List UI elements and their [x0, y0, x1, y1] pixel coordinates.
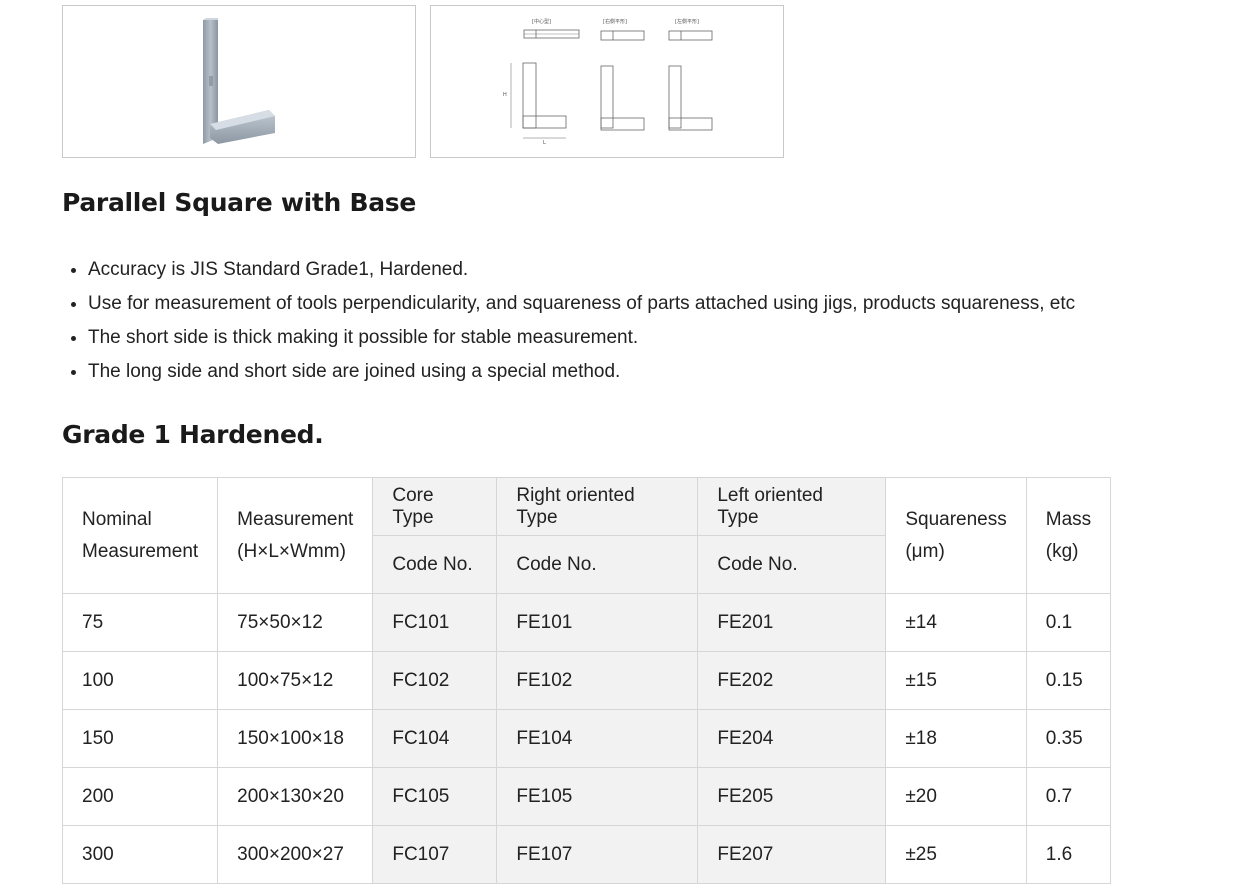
cell-left-code: FE202	[697, 651, 887, 710]
product-drawing[interactable]: [中心型] [右側平形] [左側平形] H L	[430, 5, 784, 158]
cell-core-code: FC105	[372, 767, 498, 826]
cell-measurement: 100×75×12	[217, 651, 374, 710]
cell-mass: 1.6	[1025, 825, 1112, 884]
header-squareness-line1: Squareness	[905, 508, 1007, 530]
cell-core-code: FC102	[372, 651, 498, 710]
feature-item: The long side and short side are joined …	[88, 355, 1075, 389]
table-row: 150 150×100×18 FC104 FE104 FE204 ±18 0.3…	[61, 709, 1112, 768]
header-squareness-line2: (μm)	[905, 540, 945, 562]
header-nominal-line2: Measurement	[82, 540, 199, 562]
cell-nominal: 100	[61, 651, 219, 710]
cell-mass: 0.15	[1025, 651, 1112, 710]
header-nominal: Nominal Measurement	[61, 477, 219, 594]
cell-left-code: FE201	[697, 593, 887, 652]
technical-drawing-graphic: [中心型] [右側平形] [左側平形] H L	[503, 18, 713, 146]
drawing-label-right: [右側平形]	[603, 18, 627, 25]
cell-squareness: ±20	[885, 767, 1027, 826]
cell-squareness: ±18	[885, 709, 1027, 768]
header-code-no-core: Code No.	[372, 535, 498, 594]
spec-table: Nominal Measurement Measurement (H×L×Wmm…	[61, 477, 1112, 884]
cell-squareness: ±15	[885, 651, 1027, 710]
header-mass-line1: Mass	[1045, 508, 1092, 530]
cell-squareness: ±25	[885, 825, 1027, 884]
cell-core-code: FC107	[372, 825, 498, 884]
cell-squareness: ±14	[885, 593, 1027, 652]
header-measurement-line2: (H×L×Wmm)	[237, 540, 346, 562]
product-photo[interactable]	[62, 5, 416, 158]
cell-right-code: FE104	[496, 709, 699, 768]
grade-title: Grade 1 Hardened.	[62, 420, 324, 449]
feature-item: Use for measurement of tools perpendicul…	[88, 287, 1075, 321]
cell-left-code: FE207	[697, 825, 887, 884]
header-mass-line2: (kg)	[1045, 540, 1079, 562]
table-row: 200 200×130×20 FC105 FE105 FE205 ±20 0.7	[61, 767, 1112, 826]
cell-right-code: FE102	[496, 651, 699, 710]
cell-nominal: 200	[61, 767, 219, 826]
header-left-type: Left oriented Type	[697, 477, 887, 536]
cell-nominal: 75	[61, 593, 219, 652]
drawing-dim-l: L	[543, 140, 546, 146]
header-measurement-line1: Measurement	[237, 508, 354, 530]
cell-left-code: FE205	[697, 767, 887, 826]
cell-core-code: FC101	[372, 593, 498, 652]
cell-nominal: 150	[61, 709, 219, 768]
header-code-no-right: Code No.	[496, 535, 699, 594]
header-mass: Mass (kg)	[1025, 477, 1112, 594]
cell-left-code: FE204	[697, 709, 887, 768]
drawing-label-core: [中心型]	[532, 18, 551, 25]
square-photo-graphic	[203, 18, 275, 144]
header-code-no-left: Code No.	[697, 535, 887, 594]
table-row: 75 75×50×12 FC101 FE101 FE201 ±14 0.1	[61, 593, 1112, 652]
drawing-dim-h: H	[503, 92, 507, 98]
header-right-type: Right oriented Type	[496, 477, 699, 536]
header-squareness: Squareness (μm)	[885, 477, 1027, 594]
cell-measurement: 75×50×12	[217, 593, 374, 652]
cell-measurement: 300×200×27	[217, 825, 374, 884]
product-title: Parallel Square with Base	[62, 188, 417, 217]
cell-right-code: FE107	[496, 825, 699, 884]
cell-mass: 0.35	[1025, 709, 1112, 768]
feature-item: The short side is thick making it possib…	[88, 321, 1075, 355]
cell-mass: 0.1	[1025, 593, 1112, 652]
header-measurement: Measurement (H×L×Wmm)	[217, 477, 374, 594]
cell-core-code: FC104	[372, 709, 498, 768]
cell-right-code: FE101	[496, 593, 699, 652]
header-nominal-line1: Nominal	[82, 508, 152, 530]
cell-mass: 0.7	[1025, 767, 1112, 826]
cell-measurement: 200×130×20	[217, 767, 374, 826]
cell-nominal: 300	[61, 825, 219, 884]
table-row: 100 100×75×12 FC102 FE102 FE202 ±15 0.15	[61, 651, 1112, 710]
product-image-row: [中心型] [右側平形] [左側平形] H L	[62, 5, 784, 158]
cell-measurement: 150×100×18	[217, 709, 374, 768]
feature-list: Accuracy is JIS Standard Grade1, Hardene…	[62, 253, 1075, 389]
feature-item: Accuracy is JIS Standard Grade1, Hardene…	[88, 253, 1075, 287]
drawing-label-left: [左側平形]	[675, 18, 699, 25]
header-core-type: Core Type	[372, 477, 498, 536]
table-row: 300 300×200×27 FC107 FE107 FE207 ±25 1.6	[61, 825, 1112, 884]
cell-right-code: FE105	[496, 767, 699, 826]
page: [中心型] [右側平形] [左側平形] H L Parallel Square …	[0, 0, 1243, 887]
